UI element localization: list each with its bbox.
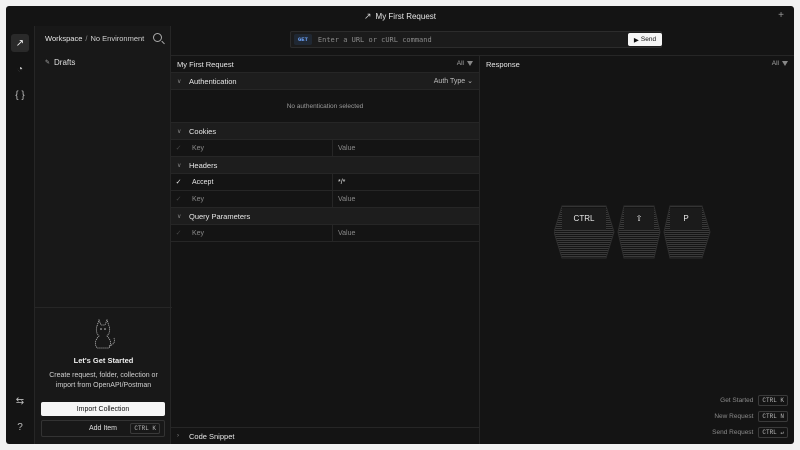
search-icon[interactable]	[153, 33, 162, 42]
braces-icon[interactable]: { }	[11, 86, 29, 104]
shortcut-get-started: Get Started CTRL K	[720, 395, 788, 406]
arrow-up-right-icon: ↗	[363, 10, 372, 21]
app-window: ↗ My First Request + ↗ ◔ { } ⇆ ? Workspa…	[6, 6, 794, 444]
shortcut-keys: CTRL N	[758, 411, 788, 422]
header-row: ✓ Accept */*	[171, 174, 479, 191]
shift-key-label: ⇧	[636, 214, 643, 223]
chevron-down-icon: ⌄	[467, 78, 473, 85]
response-panel: Response All CTRL ⇧ P Get Started CTRL K…	[480, 56, 794, 444]
request-panel: My First Request All ∨ Authentication Au…	[171, 56, 480, 444]
header-value[interactable]: */*	[333, 174, 479, 190]
query-key-input[interactable]: Key	[186, 225, 333, 241]
shortcut-label: Send Request	[712, 429, 754, 436]
cookie-value-input[interactable]: Value	[333, 140, 479, 156]
auth-type-label: Auth Type	[433, 78, 466, 85]
requests-icon[interactable]: ↗	[11, 34, 29, 52]
cookies-section-header[interactable]: ∨ Cookies	[171, 123, 479, 140]
shortcut-label: New Request	[714, 413, 754, 420]
header-value-input[interactable]: Value	[333, 191, 479, 207]
chevron-down-icon: ∨	[177, 213, 182, 220]
getting-started-panel: Let's Get Started Create request, folder…	[35, 307, 172, 444]
shortcut-label: Get Started	[720, 397, 754, 404]
request-filter-label: All	[456, 60, 464, 67]
drafts-icon: ✎	[45, 60, 51, 66]
activity-rail: ↗ ◔ { } ⇆ ?	[6, 26, 34, 444]
filter-icon	[782, 61, 788, 66]
auth-section-header[interactable]: ∨ Authentication Auth Type ⌄	[171, 73, 479, 90]
drafts-item[interactable]: ✎ Drafts	[45, 58, 75, 67]
row-checkbox[interactable]: ✓	[171, 174, 186, 190]
filter-icon	[467, 61, 473, 66]
drafts-label: Drafts	[54, 58, 76, 67]
query-section-header[interactable]: ∨ Query Parameters	[171, 208, 479, 225]
method-select[interactable]: GET	[294, 34, 312, 45]
shortcut-keys: CTRL K	[758, 395, 788, 406]
query-row: ✓ Key Value	[171, 225, 479, 242]
add-item-shortcut: CTRL K	[130, 423, 160, 434]
shortcut-keys: CTRL ↵	[758, 427, 788, 438]
command-palette-keys: CTRL ⇧ P	[554, 205, 711, 259]
code-snippet-label: Code Snippet	[189, 431, 235, 441]
chevron-down-icon: ∨	[177, 128, 182, 135]
p-key-label: P	[683, 214, 688, 223]
row-checkbox[interactable]: ✓	[171, 191, 186, 207]
play-icon: ▶	[633, 36, 639, 44]
import-collection-button[interactable]: Import Collection	[41, 402, 165, 416]
response-filter[interactable]: All	[772, 60, 788, 67]
request-title: My First Request	[177, 59, 234, 69]
url-bar: GET ▶ Send	[171, 26, 794, 56]
auth-label: Authentication	[189, 76, 237, 86]
response-filter-label: All	[771, 60, 779, 67]
chevron-down-icon: ∨	[177, 78, 182, 85]
url-input-box: GET ▶ Send	[290, 31, 662, 48]
shortcut-new-request: New Request CTRL N	[714, 411, 788, 422]
history-icon[interactable]: ◔	[11, 60, 29, 78]
headers-label: Headers	[189, 160, 218, 170]
getting-started-title: Let's Get Started	[73, 356, 134, 365]
query-value-input[interactable]: Value	[333, 225, 479, 241]
cookie-key-input[interactable]: Key	[186, 140, 333, 156]
help-icon[interactable]: ?	[11, 418, 29, 436]
titlebar: ↗ My First Request +	[6, 6, 794, 26]
settings-sliders-icon[interactable]: ⇆	[11, 392, 29, 410]
shortcut-send-request: Send Request CTRL ↵	[712, 427, 788, 438]
cookies-label: Cookies	[189, 126, 217, 136]
header-key-input[interactable]: Key	[186, 191, 333, 207]
sidebar: Workspace / No Environment ✎ Drafts Let'…	[34, 26, 172, 444]
workspace-header: Workspace / No Environment	[35, 26, 170, 50]
chevron-right-icon: ›	[177, 433, 179, 439]
shortcut-hints: Get Started CTRL K New Request CTRL N Se…	[712, 395, 788, 438]
response-header: Response All	[480, 56, 794, 73]
environment-label[interactable]: No Environment	[90, 34, 144, 43]
workspace-separator: /	[85, 33, 88, 43]
header-key[interactable]: Accept	[186, 174, 333, 190]
add-item-label: Add Item	[88, 425, 117, 432]
cat-illustration	[95, 318, 115, 349]
response-title: Response	[486, 60, 520, 69]
url-input[interactable]	[317, 35, 618, 44]
send-label: Send	[640, 36, 657, 43]
window-title: My First Request	[375, 11, 436, 21]
chevron-down-icon: ∨	[177, 162, 182, 169]
row-checkbox[interactable]: ✓	[171, 225, 186, 241]
auth-type-select[interactable]: Auth Type ⌄	[434, 77, 473, 85]
add-item-button[interactable]: Add Item CTRL K	[41, 420, 165, 437]
code-snippet-header[interactable]: › Code Snippet	[171, 427, 480, 444]
workspace-label[interactable]: Workspace	[45, 34, 82, 43]
cookie-row: ✓ Key Value	[171, 140, 479, 157]
new-tab-icon[interactable]: +	[778, 10, 784, 21]
getting-started-description: Create request, folder, collection or im…	[49, 372, 158, 389]
ctrl-key-label: CTRL	[574, 214, 595, 223]
headers-section-header[interactable]: ∨ Headers	[171, 157, 479, 174]
row-checkbox[interactable]: ✓	[171, 140, 186, 156]
shift-key-icon: ⇧	[617, 205, 661, 259]
header-row-empty: ✓ Key Value	[171, 191, 479, 208]
send-button[interactable]: ▶ Send	[628, 33, 662, 46]
request-header: My First Request All	[171, 56, 479, 73]
request-filter[interactable]: All	[457, 60, 473, 67]
ctrl-key-icon: CTRL	[554, 205, 615, 259]
auth-empty-message: No authentication selected	[171, 90, 479, 123]
query-label: Query Parameters	[189, 211, 251, 221]
p-key-icon: P	[663, 205, 711, 259]
